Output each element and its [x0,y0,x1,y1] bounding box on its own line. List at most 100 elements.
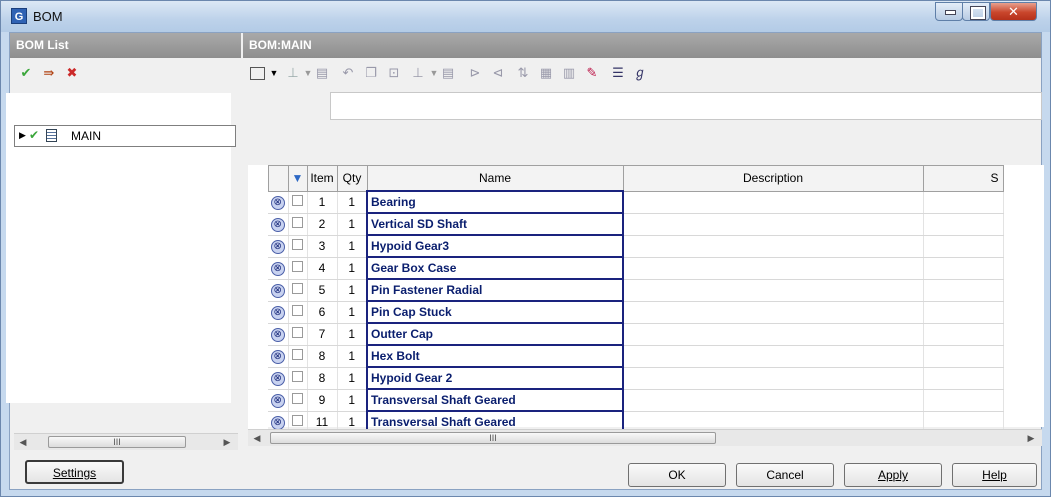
checkbox-cell[interactable] [288,213,308,236]
row-checkbox[interactable] [292,283,303,294]
s-cell[interactable] [923,257,1004,280]
export-icon[interactable]: ⇛ [41,65,57,81]
col-header-qty[interactable]: Qty [336,165,368,192]
row-checkbox[interactable] [292,371,303,382]
table-row[interactable]: ⊗ 3 1 Hypoid Gear3 [248,234,1004,258]
table-row[interactable]: ⊗ 7 1 Outter Cap [248,322,1004,346]
item-cell[interactable]: 4 [307,257,338,280]
s-cell[interactable] [923,279,1004,302]
item-cell[interactable]: 7 [307,323,338,346]
col-header-name[interactable]: Name [366,165,624,192]
name-cell[interactable]: Pin Cap Stuck [366,300,624,324]
item-icon[interactable]: ▤ [440,65,456,81]
row-checkbox[interactable] [292,393,303,404]
expand-arrow-icon[interactable]: ▶ [19,130,26,141]
s-cell[interactable] [923,367,1004,390]
paste-icon[interactable]: ⊡ [386,65,402,81]
checkbox-cell[interactable] [288,323,308,346]
bom-filter-input[interactable] [330,92,1042,120]
maximize-button[interactable] [962,2,990,21]
grid-horizontal-scrollbar[interactable]: ◀ III ▶ [248,429,1042,446]
description-cell[interactable] [623,257,924,280]
scroll-left-icon[interactable]: ◀ [250,431,264,445]
merge-icon[interactable]: ▦ [538,65,554,81]
qty-cell[interactable]: 1 [337,301,368,324]
scroll-right-icon[interactable]: ▶ [220,435,234,449]
status-column-header[interactable] [267,165,289,192]
title-bar[interactable]: G BOM ✕ [1,1,1050,32]
list-icon[interactable]: ☰ [610,65,626,81]
col-header-description[interactable]: Description [622,165,924,192]
item-cell[interactable]: 1 [307,191,338,214]
description-cell[interactable] [623,389,924,412]
row-checkbox[interactable] [292,239,303,250]
checkbox-cell[interactable] [288,389,308,412]
description-cell[interactable] [623,235,924,258]
name-cell[interactable]: Pin Fastener Radial [366,278,624,302]
close-button[interactable]: ✕ [990,2,1037,21]
row-checkbox[interactable] [292,305,303,316]
s-cell[interactable] [923,345,1004,368]
name-cell[interactable]: Bearing [366,190,624,214]
filter-icon[interactable]: ▼ [292,171,304,185]
filter-column-header[interactable]: ▼ [287,165,308,192]
item-cell[interactable]: 6 [307,301,338,324]
scroll-thumb[interactable]: III [48,436,186,448]
description-cell[interactable] [623,191,924,214]
description-cell[interactable] [623,213,924,236]
qty-cell[interactable]: 1 [337,257,368,280]
qty-cell[interactable]: 1 [337,367,368,390]
name-cell[interactable]: Hypoid Gear 2 [366,366,624,390]
col-header-s[interactable]: S [922,165,1004,192]
qty-cell[interactable]: 1 [337,323,368,346]
table-row[interactable]: ⊗ 4 1 Gear Box Case [248,256,1004,280]
description-cell[interactable] [623,345,924,368]
name-cell[interactable]: Gear Box Case [366,256,624,280]
s-cell[interactable] [923,323,1004,346]
columns-icon[interactable] [250,67,265,80]
description-cell[interactable] [623,279,924,302]
status-cell[interactable]: ⊗ [268,213,289,236]
status-cell[interactable]: ⊗ [268,235,289,258]
status-cell[interactable]: ⊗ [268,345,289,368]
qty-cell[interactable]: 1 [337,279,368,302]
name-cell[interactable]: Transversal Shaft Geared [366,388,624,412]
status-cell[interactable]: ⊗ [268,367,289,390]
checkbox-cell[interactable] [288,345,308,368]
name-cell[interactable]: Outter Cap [366,322,624,346]
name-cell[interactable]: Hypoid Gear3 [366,234,624,258]
move-icon[interactable]: ▤ [314,65,330,81]
item-cell[interactable]: 2 [307,213,338,236]
status-cell[interactable]: ⊗ [268,389,289,412]
renumber-icon[interactable]: ℊ [632,65,648,81]
item-cell[interactable]: 8 [307,367,338,390]
s-cell[interactable] [923,301,1004,324]
row-checkbox[interactable] [292,195,303,206]
tree-item-main[interactable]: ▶ ✔ MAIN [14,125,236,147]
item-cell[interactable]: 5 [307,279,338,302]
copy-icon[interactable]: ❐ [363,65,379,81]
table-row[interactable]: ⊗ 1 1 Bearing [248,190,1004,214]
status-cell[interactable]: ⊗ [268,301,289,324]
name-cell[interactable]: Hex Bolt [366,344,624,368]
qty-cell[interactable]: 1 [337,191,368,214]
description-cell[interactable] [623,323,924,346]
checkbox-cell[interactable] [288,191,308,214]
collapse-icon[interactable]: ⊲ [490,65,506,81]
qty-cell[interactable]: 1 [337,389,368,412]
scroll-right-icon[interactable]: ▶ [1024,431,1038,445]
s-cell[interactable] [923,213,1004,236]
minimize-button[interactable] [935,2,963,21]
table-row[interactable]: ⊗ 2 1 Vertical SD Shaft [248,212,1004,236]
row-checkbox[interactable] [292,349,303,360]
table-row[interactable]: ⊗ 9 1 Transversal Shaft Geared [248,388,1004,412]
left-horizontal-scrollbar[interactable]: ◀ III ▶ [14,433,238,450]
item-cell[interactable]: 3 [307,235,338,258]
help-button[interactable]: Help [952,463,1037,487]
checkbox-cell[interactable] [288,235,308,258]
qty-cell[interactable]: 1 [337,235,368,258]
insert-icon[interactable]: ⊥ [285,65,301,81]
s-cell[interactable] [923,191,1004,214]
table-row[interactable]: ⊗ 5 1 Pin Fastener Radial [248,278,1004,302]
undo-icon[interactable]: ↶ [340,65,356,81]
